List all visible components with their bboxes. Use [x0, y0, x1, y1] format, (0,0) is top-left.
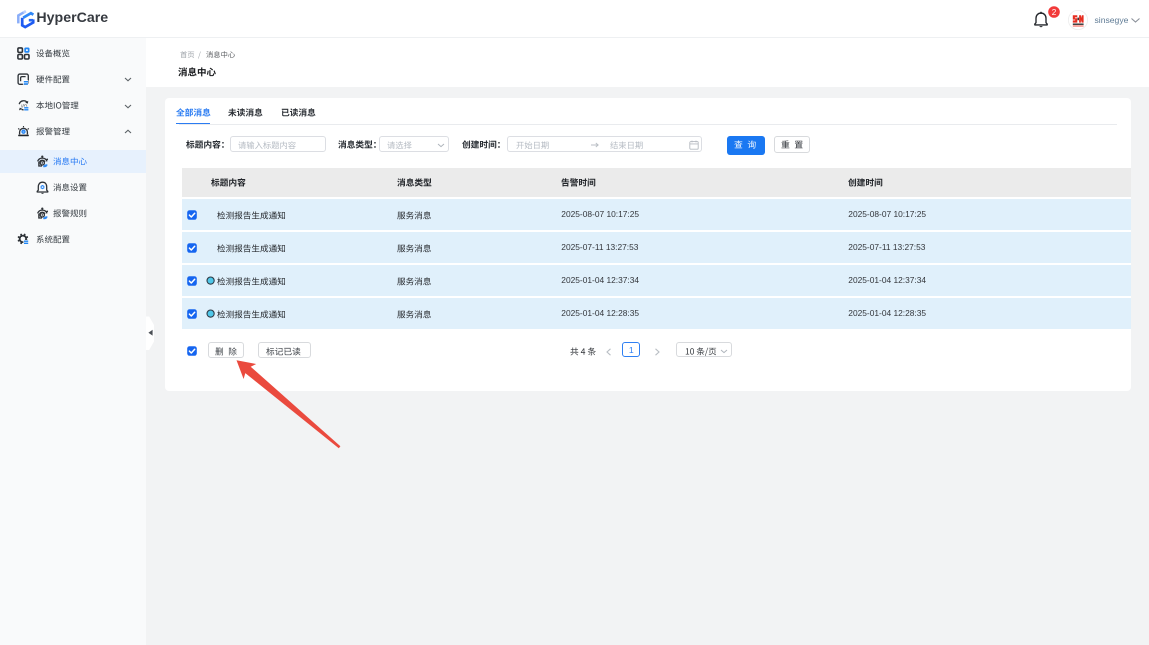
svg-text:2: 2 — [1051, 8, 1056, 17]
